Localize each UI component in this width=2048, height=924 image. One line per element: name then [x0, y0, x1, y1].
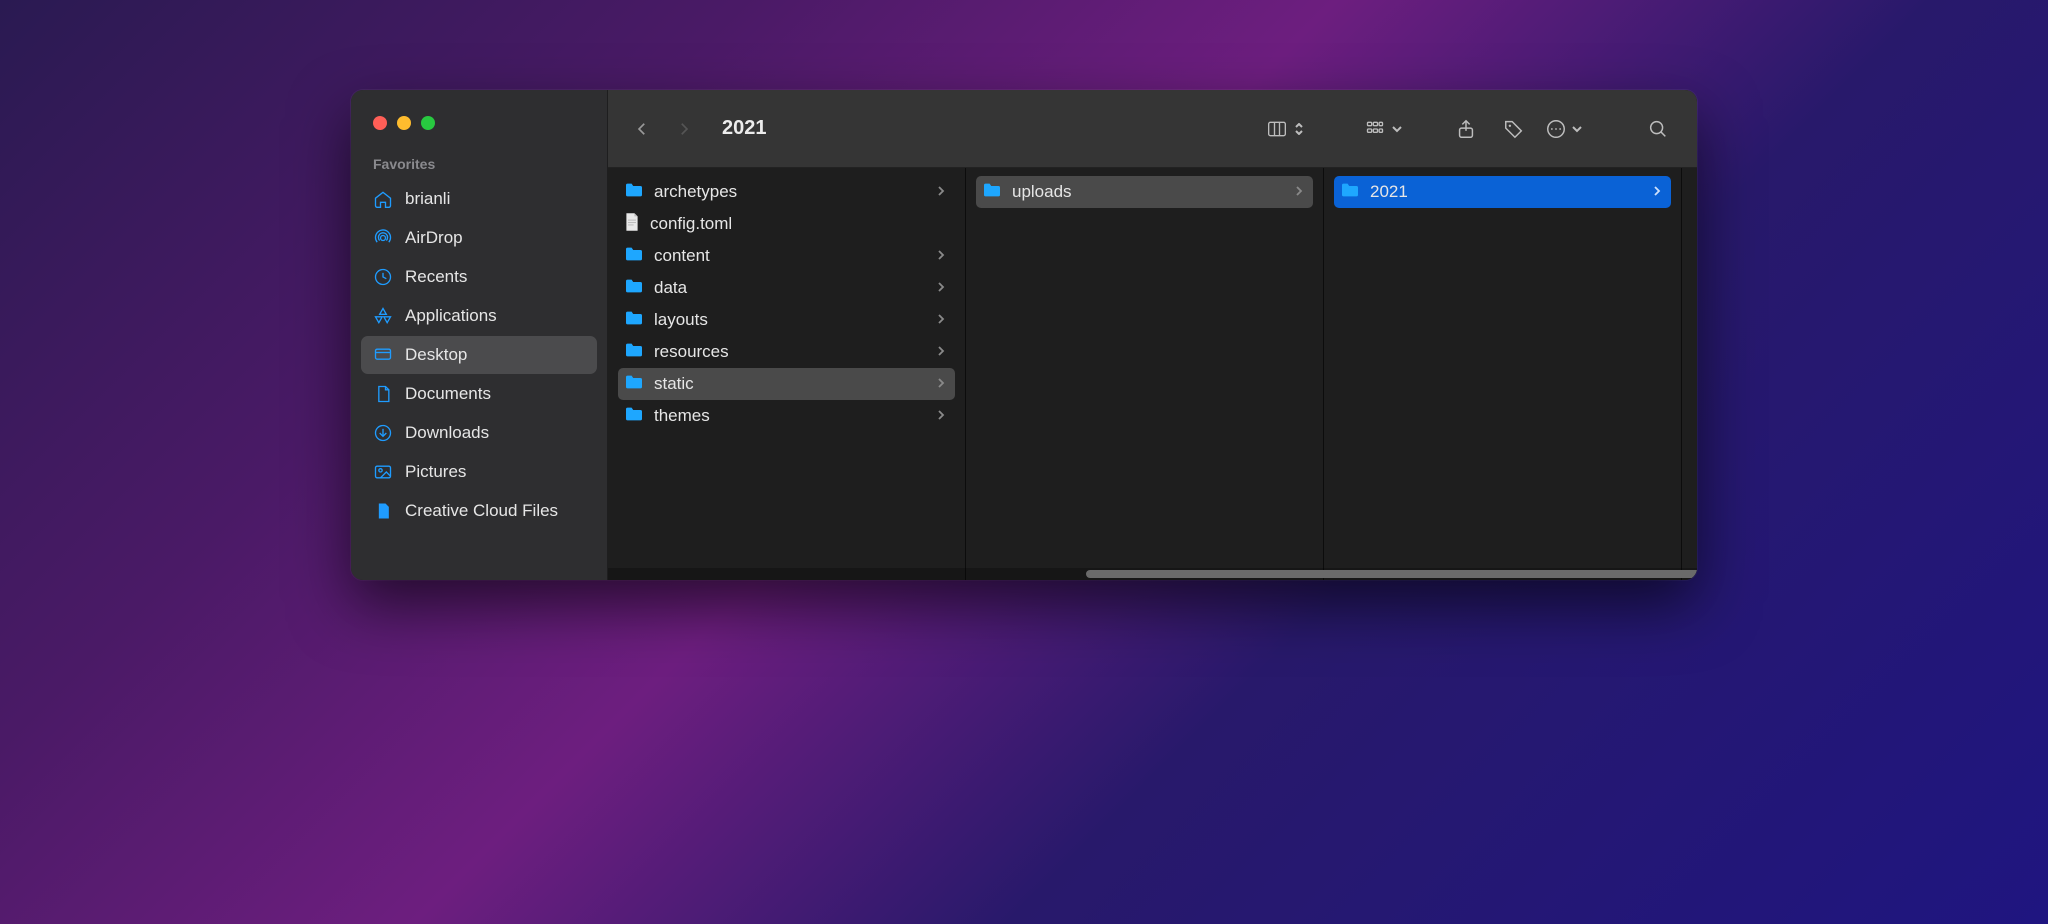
folder-icon — [1340, 182, 1360, 203]
sidebar-item-label: AirDrop — [405, 228, 463, 248]
column-0: archetypes config.toml content data layouts r… — [608, 168, 966, 580]
chevron-right-icon — [937, 310, 945, 330]
home-icon — [373, 189, 393, 209]
sidebar-item-pictures[interactable]: Pictures — [361, 453, 597, 491]
row-label: static — [654, 374, 694, 394]
chevron-right-icon — [937, 374, 945, 394]
chevron-right-icon — [937, 342, 945, 362]
folder-row-archetypes[interactable]: archetypes — [618, 176, 955, 208]
row-label: content — [654, 246, 710, 266]
row-label: data — [654, 278, 687, 298]
folder-row-data[interactable]: data — [618, 272, 955, 304]
sidebar-item-label: Pictures — [405, 462, 466, 482]
folder-row-resources[interactable]: resources — [618, 336, 955, 368]
chevron-right-icon — [937, 278, 945, 298]
folder-row-2021[interactable]: 2021 — [1334, 176, 1671, 208]
sidebar-item-desktop[interactable]: Desktop — [361, 336, 597, 374]
folder-icon — [982, 182, 1002, 203]
sidebar-item-recents[interactable]: Recents — [361, 258, 597, 296]
folder-row-content[interactable]: content — [618, 240, 955, 272]
chevron-right-icon — [937, 406, 945, 426]
sidebar-item-label: Applications — [405, 306, 497, 326]
clock-icon — [373, 267, 393, 287]
finder-window: Favorites brianli AirDrop Recents Applicati… — [351, 90, 1697, 580]
folder-icon — [624, 342, 644, 363]
folder-icon — [624, 406, 644, 427]
more-actions-button[interactable] — [1545, 118, 1583, 140]
sidebar: Favorites brianli AirDrop Recents Applicati… — [351, 90, 608, 580]
pictures-icon — [373, 462, 393, 482]
sidebar-item-downloads[interactable]: Downloads — [361, 414, 597, 452]
chevron-right-icon — [1295, 182, 1303, 202]
chevron-right-icon — [937, 182, 945, 202]
file-row-config-toml[interactable]: config.toml — [618, 208, 955, 240]
window-controls — [351, 110, 607, 152]
window-title: 2021 — [722, 117, 767, 140]
row-label: 2021 — [1370, 182, 1408, 202]
sidebar-item-creative-cloud-files[interactable]: Creative Cloud Files — [361, 492, 597, 530]
file-icon — [624, 212, 640, 237]
column-view: archetypes config.toml content data layouts r… — [608, 168, 1697, 580]
sidebar-list: brianli AirDrop Recents Applications Desktop… — [351, 180, 607, 530]
folder-icon — [624, 246, 644, 267]
folder-icon — [624, 310, 644, 331]
sidebar-item-label: Recents — [405, 267, 467, 287]
folder-icon — [624, 182, 644, 203]
folder-icon — [624, 278, 644, 299]
sidebar-item-label: Desktop — [405, 345, 467, 365]
sidebar-item-label: Creative Cloud Files — [405, 501, 558, 521]
column-1: uploads — [966, 168, 1324, 580]
share-button[interactable] — [1449, 114, 1483, 144]
row-label: layouts — [654, 310, 708, 330]
zoom-window-button[interactable] — [421, 116, 435, 130]
horizontal-scrollbar-thumb[interactable] — [1086, 570, 1697, 578]
chevron-right-icon — [937, 246, 945, 266]
row-label: archetypes — [654, 182, 737, 202]
folder-row-themes[interactable]: themes — [618, 400, 955, 432]
tags-button[interactable] — [1497, 114, 1531, 144]
sidebar-item-documents[interactable]: Documents — [361, 375, 597, 413]
download-icon — [373, 423, 393, 443]
close-window-button[interactable] — [373, 116, 387, 130]
horizontal-scrollbar-track[interactable] — [608, 568, 1697, 580]
desktop-icon — [373, 345, 393, 365]
sidebar-item-airdrop[interactable]: AirDrop — [361, 219, 597, 257]
row-label: config.toml — [650, 214, 732, 234]
minimize-window-button[interactable] — [397, 116, 411, 130]
row-label: resources — [654, 342, 729, 362]
search-button[interactable] — [1641, 114, 1675, 144]
folder-row-layouts[interactable]: layouts — [618, 304, 955, 336]
view-columns-button[interactable] — [1265, 119, 1305, 139]
sidebar-item-brianli[interactable]: brianli — [361, 180, 597, 218]
document-icon — [373, 384, 393, 404]
sidebar-item-label: brianli — [405, 189, 450, 209]
sidebar-item-label: Documents — [405, 384, 491, 404]
folder-icon — [624, 374, 644, 395]
airdrop-icon — [373, 228, 393, 248]
main-area: 2021 — [608, 90, 1697, 580]
forward-button[interactable] — [670, 115, 698, 143]
sidebar-item-label: Downloads — [405, 423, 489, 443]
column-2: 2021 — [1324, 168, 1682, 580]
apps-icon — [373, 306, 393, 326]
row-label: uploads — [1012, 182, 1072, 202]
sidebar-section-label: Favorites — [351, 152, 607, 180]
cloudfile-icon — [373, 501, 393, 521]
chevron-right-icon — [1653, 182, 1661, 202]
folder-row-static[interactable]: static — [618, 368, 955, 400]
back-button[interactable] — [628, 115, 656, 143]
group-by-button[interactable] — [1363, 119, 1403, 139]
toolbar: 2021 — [608, 90, 1697, 168]
sidebar-item-applications[interactable]: Applications — [361, 297, 597, 335]
row-label: themes — [654, 406, 710, 426]
folder-row-uploads[interactable]: uploads — [976, 176, 1313, 208]
